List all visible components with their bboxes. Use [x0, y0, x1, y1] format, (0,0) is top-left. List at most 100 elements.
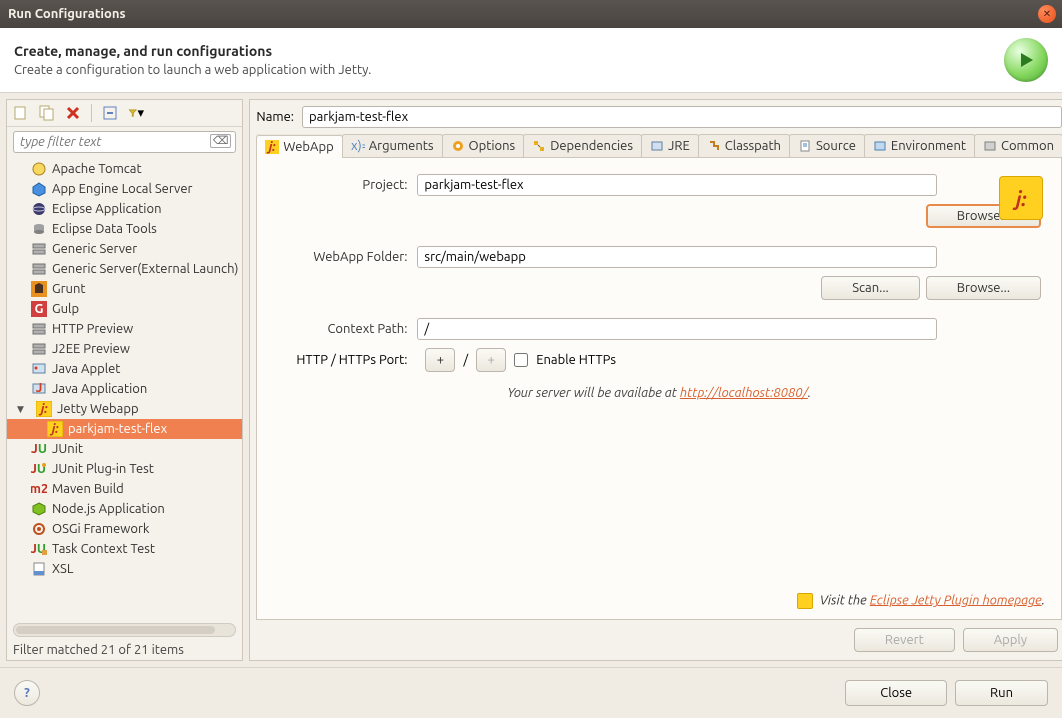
tree-item-app-engine-local-server[interactable]: App Engine Local Server [7, 179, 242, 199]
filter-icon[interactable]: ▾ [128, 105, 144, 121]
tab-dependencies[interactable]: Dependencies [523, 134, 642, 157]
tab-common[interactable]: Common [974, 134, 1062, 157]
header: Create, manage, and run configurations C… [0, 28, 1062, 93]
tree-item-http-preview[interactable]: HTTP Preview [7, 319, 242, 339]
help-button[interactable]: ? [14, 680, 40, 706]
junitplugin-icon: JU [31, 461, 47, 477]
tab-jre[interactable]: JRE [641, 134, 699, 157]
tree-item-apache-tomcat[interactable]: Apache Tomcat [7, 159, 242, 179]
tree-item-parkjam-test-flex[interactable]: j: parkjam-test-flex [7, 419, 242, 439]
port-label: HTTP / HTTPs Port: [277, 353, 417, 367]
tree-item-label: Task Context Test [52, 542, 155, 556]
delete-config-icon[interactable] [65, 105, 81, 121]
tab-content-webapp: j: Project: Browse... WebApp Folder: Sca… [256, 158, 1062, 620]
tree-item-label: Jetty Webapp [57, 402, 139, 416]
server-url-link[interactable]: http://localhost:8080/ [680, 386, 808, 400]
tab-environment[interactable]: Environment [864, 134, 975, 157]
revert-button: Revert [854, 628, 955, 652]
enable-https-checkbox[interactable] [514, 353, 528, 367]
tree-item-task-context-test[interactable]: JU Task Context Test [7, 539, 242, 559]
tree-item-node-js-application[interactable]: Node.js Application [7, 499, 242, 519]
applet-icon [31, 361, 47, 377]
jetty-icon: j: [36, 401, 52, 417]
scan-button[interactable]: Scan... [821, 276, 920, 300]
tab-label: JRE [668, 139, 690, 153]
tree-item-label: Generic Server(External Launch) [52, 262, 238, 276]
project-label: Project: [277, 178, 417, 192]
svg-text:j:: j: [49, 422, 59, 436]
project-input[interactable] [417, 174, 937, 196]
tree-item-label: App Engine Local Server [52, 182, 192, 196]
tree-item-label: HTTP Preview [52, 322, 133, 336]
appengine-icon [31, 181, 47, 197]
jetty-logo-icon: j: [999, 176, 1043, 220]
tree-item-label: Java Application [52, 382, 147, 396]
junit-icon: JU [31, 441, 47, 457]
tab-classpath[interactable]: Classpath [698, 134, 790, 157]
tab-icon-dependencies [532, 139, 546, 153]
tab-arguments[interactable]: (x)=Arguments [342, 134, 443, 157]
config-tree[interactable]: Apache Tomcat App Engine Local Server Ecli… [7, 157, 242, 620]
window-title: Run Configurations [8, 7, 126, 21]
maven-icon: m2 [31, 481, 47, 497]
new-config-icon[interactable] [13, 105, 29, 121]
tree-item-label: parkjam-test-flex [68, 422, 167, 436]
webapp-browse-button[interactable]: Browse... [926, 276, 1041, 300]
tree-item-xsl[interactable]: XSL [7, 559, 242, 579]
name-input[interactable] [302, 106, 1062, 128]
tree-item-java-application[interactable]: J Java Application [7, 379, 242, 399]
tree-item-generic-server-external-launch-[interactable]: Generic Server(External Launch) [7, 259, 242, 279]
close-icon[interactable]: ✕ [1038, 5, 1056, 23]
run-button[interactable]: Run [955, 680, 1048, 706]
tree-item-junit-plug-in-test[interactable]: JUJUnit Plug-in Test [7, 459, 242, 479]
tab-source[interactable]: Source [789, 134, 865, 157]
tab-icon-options [451, 139, 465, 153]
homepage-link[interactable]: Eclipse Jetty Plugin homepage [870, 593, 1042, 607]
filter-input[interactable] [13, 131, 236, 153]
header-title: Create, manage, and run configurations [14, 43, 1004, 59]
javaapp-icon: J [31, 381, 47, 397]
collapse-all-icon[interactable] [102, 105, 118, 121]
tree-item-label: Generic Server [52, 242, 137, 256]
gulp-icon: G [31, 301, 47, 317]
tab-label: Classpath [725, 139, 781, 153]
jetty-mini-icon [797, 593, 813, 609]
tab-icon-arguments: (x)= [351, 139, 365, 153]
tree-item-j2ee-preview[interactable]: J2EE Preview [7, 339, 242, 359]
clear-filter-icon[interactable]: ⌫ [210, 134, 232, 148]
tree-item-java-applet[interactable]: Java Applet [7, 359, 242, 379]
task-icon: JU [31, 541, 47, 557]
close-button[interactable]: Close [845, 680, 947, 706]
filter-status: Filter matched 21 of 21 items [7, 640, 242, 660]
svg-text:(x)=: (x)= [351, 139, 365, 153]
left-panel: ▾ ⌫ Apache Tomcat App Engine Local Server… [6, 99, 243, 661]
tree-item-label: Eclipse Application [52, 202, 162, 216]
tree-item-eclipse-data-tools[interactable]: Eclipse Data Tools [7, 219, 242, 239]
server-icon [31, 261, 47, 277]
tree-item-junit[interactable]: JUJUnit [7, 439, 242, 459]
tree-item-gulp[interactable]: G Gulp [7, 299, 242, 319]
tab-icon-classpath [707, 139, 721, 153]
tree-item-grunt[interactable]: Grunt [7, 279, 242, 299]
tree-item-osgi-framework[interactable]: OSGi Framework [7, 519, 242, 539]
jetty-icon: j: [47, 421, 63, 437]
tree-item-label: Gulp [52, 302, 79, 316]
http-port-button[interactable]: + [425, 348, 455, 372]
tab-webapp[interactable]: j:WebApp [256, 135, 342, 158]
server-message: Your server will be availabe at http://l… [277, 386, 1041, 400]
tab-label: Options [469, 139, 516, 153]
scrollbar[interactable] [13, 623, 236, 637]
j2ee-icon [31, 341, 47, 357]
osgi-icon [31, 521, 47, 537]
duplicate-config-icon[interactable] [39, 105, 55, 121]
tab-options[interactable]: Options [442, 134, 525, 157]
tree-item-eclipse-application[interactable]: Eclipse Application [7, 199, 242, 219]
webapp-folder-input[interactable] [417, 246, 937, 268]
tree-item-jetty-webapp[interactable]: j: Jetty Webapp [7, 399, 242, 419]
tab-icon-jre [650, 139, 664, 153]
context-path-input[interactable] [417, 318, 937, 340]
tree-item-generic-server[interactable]: Generic Server [7, 239, 242, 259]
tree-item-maven-build[interactable]: m2Maven Build [7, 479, 242, 499]
tree-item-label: Java Applet [52, 362, 120, 376]
svg-text:j:: j: [267, 140, 277, 154]
